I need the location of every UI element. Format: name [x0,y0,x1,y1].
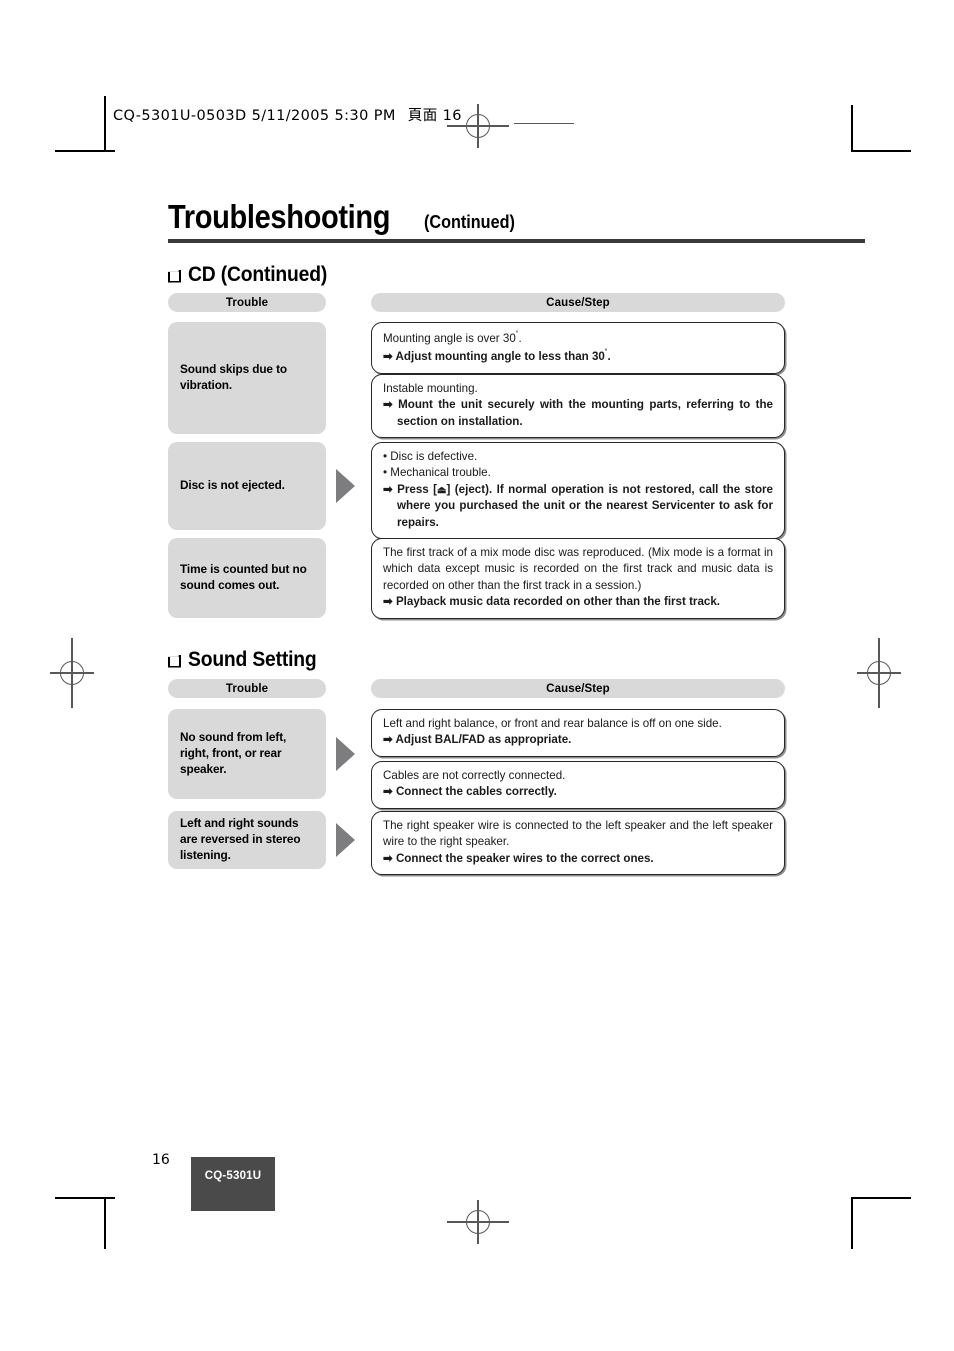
cause-step-box: The right speaker wire is connected to t… [371,811,785,876]
trouble-cell: Sound skips due to vibration. [168,322,326,434]
right-arrow-icon: ➡ [383,851,396,865]
cause-bullet-text: Mechanical trouble. [390,466,491,480]
cause-step-action-text: Connect the speaker wires to the correct… [395,851,654,865]
column-header-trouble: Trouble [168,679,326,698]
title-underline [168,239,865,243]
column-header-cause-step: Cause/Step [371,679,785,698]
cause-step-box: Cables are not correctly connected. ➡ Con… [371,761,785,809]
model-badge: CQ-5301U [191,1157,275,1211]
square-bullet-icon [168,654,181,668]
cause-step-action: ➡ Adjust BAL/FAD as appropriate. [383,732,773,748]
cause-step-action-text: Press [⏏] (eject). If normal operation i… [397,482,774,529]
cause-step-action: ➡ Connect the cables correctly. [383,784,773,800]
cause-bullet-line: • Disc is defective. [383,449,773,465]
row-arrow-icon [336,737,355,771]
cause-step-action: ➡ Adjust mounting angle to less than 30˚… [383,347,773,365]
cause-step-box: • Disc is defective. • Mechanical trouble… [371,442,785,540]
page-number: 16 [152,1152,170,1168]
cause-description-text: Instable mounting. [383,382,478,395]
cause-step-box: Left and right balance, or front and rea… [371,709,785,757]
cause-step-action: ➡ Press [⏏] (eject). If normal operation… [383,482,773,531]
trouble-text: Left and right sounds are reversed in st… [180,816,301,862]
right-arrow-icon: ➡ [383,595,396,609]
cause-bullet-text: Disc is defective. [390,450,478,463]
trouble-cell: Disc is not ejected. [168,442,326,530]
cause-step-action-text: Mount the unit securely with the mountin… [397,398,774,428]
trouble-text: No sound from left, right, front, or rea… [180,730,287,776]
cause-description-text: Cables are not correctly connected. [383,769,566,782]
cause-description: The right speaker wire is connected to t… [383,818,773,851]
section-heading-label: CD (Continued) [188,263,328,286]
trouble-cell: No sound from left, right, front, or rea… [168,709,326,799]
cause-description-text: Mounting angle is over 30˚. [383,330,522,345]
right-arrow-icon: ➡ [383,350,396,364]
document-page: Troubleshooting (Continued) CD (Continue… [0,0,954,1351]
trouble-text: Sound skips due to vibration. [180,362,287,392]
section-heading-1: CD (Continued) [168,263,339,287]
cause-bullet-line: • Mechanical trouble. [383,465,773,481]
cause-description: Cables are not correctly connected. [383,768,773,784]
right-arrow-icon: ➡ [383,733,396,747]
section-heading-label: Sound Setting [188,648,317,671]
trouble-cell: Left and right sounds are reversed in st… [168,811,326,869]
cause-step-action-text: Adjust mounting angle to less than 30˚. [395,348,611,364]
cause-step-action: ➡ Playback music data recorded on other … [383,594,773,610]
cause-step-action-text: Connect the cables correctly. [395,785,557,799]
trouble-text: Disc is not ejected. [180,478,285,493]
cause-step-box: Mounting angle is over 30˚. ➡ Adjust moun… [371,322,785,374]
row-arrow-icon [336,823,355,857]
right-arrow-icon: ➡ [383,398,399,412]
section-heading-2: Sound Setting [168,648,328,672]
page-title-continued: (Continued) [424,212,516,232]
page-title-block: Troubleshooting (Continued) [168,200,865,243]
trouble-text: Time is counted but no sound comes out. [180,562,307,592]
cause-description: The first track of a mix mode disc was r… [383,545,773,594]
cause-description: Mounting angle is over 30˚. [383,329,773,347]
right-arrow-icon: ➡ [383,482,398,496]
cause-step-action: ➡ Mount the unit securely with the mount… [383,397,773,430]
column-header-cause-step: Cause/Step [371,293,785,312]
square-bullet-icon [168,269,181,283]
cause-description-text: Left and right balance, or front and rea… [383,717,722,730]
cause-description-text: The first track of a mix mode disc was r… [383,546,773,592]
cause-description: Left and right balance, or front and rea… [383,716,773,732]
page-title: Troubleshooting [168,198,391,235]
cause-step-box: The first track of a mix mode disc was r… [371,538,785,619]
cause-description-text: The right speaker wire is connected to t… [383,819,773,849]
cause-step-action-text: Adjust BAL/FAD as appropriate. [395,733,572,747]
trouble-cell: Time is counted but no sound comes out. [168,538,326,618]
cause-step-action-text: Playback music data recorded on other th… [395,595,721,609]
cause-step-box: Instable mounting. ➡ Mount the unit secur… [371,374,785,439]
cause-description: Instable mounting. [383,381,773,397]
column-header-trouble: Trouble [168,293,326,312]
right-arrow-icon: ➡ [383,785,396,799]
cause-step-action: ➡ Connect the speaker wires to the corre… [383,851,773,867]
row-arrow-icon [336,469,355,503]
